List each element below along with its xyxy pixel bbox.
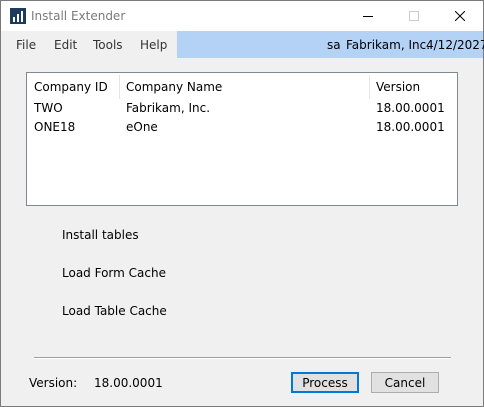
company-id-cell: ONE18 xyxy=(34,120,76,134)
company-info-bar: sa Fabrikam, Inc. 4/12/2027 xyxy=(177,31,484,58)
window-title: Install Extender xyxy=(31,9,126,23)
column-header-company-id[interactable]: Company ID xyxy=(34,80,108,94)
company-name-cell: Fabrikam, Inc. xyxy=(126,101,211,115)
version-cell: 18.00.0001 xyxy=(376,101,445,115)
install-extender-window: Install Extender File Edit Tools Help sa… xyxy=(0,0,484,407)
close-icon xyxy=(455,11,465,21)
column-header-company-name[interactable]: Company Name xyxy=(126,80,222,94)
company-name-cell: eOne xyxy=(126,120,158,134)
menu-help[interactable]: Help xyxy=(140,38,167,52)
menu-file[interactable]: File xyxy=(16,38,36,52)
menu-tools[interactable]: Tools xyxy=(93,38,123,52)
load-form-cache-option[interactable]: Load Form Cache xyxy=(62,266,166,280)
minimize-button[interactable] xyxy=(345,1,391,31)
install-tables-option[interactable]: Install tables xyxy=(62,228,139,242)
column-divider[interactable] xyxy=(119,75,120,99)
close-button[interactable] xyxy=(437,1,483,31)
user-id: sa xyxy=(327,38,341,52)
version-label: Version: xyxy=(29,376,78,390)
cancel-button[interactable]: Cancel xyxy=(371,372,439,393)
maximize-icon xyxy=(409,11,419,21)
version-value: 18.00.0001 xyxy=(94,376,163,390)
company-list[interactable]: Company ID Company Name Version TWO Fabr… xyxy=(26,72,458,206)
chart-bars-icon xyxy=(10,8,26,24)
user-date: 4/12/2027 xyxy=(426,38,484,52)
footer-divider xyxy=(34,357,451,359)
company-id-cell: TWO xyxy=(34,101,63,115)
minimize-icon xyxy=(363,16,373,17)
version-cell: 18.00.0001 xyxy=(376,120,445,134)
load-table-cache-option[interactable]: Load Table Cache xyxy=(62,304,167,318)
menu-edit[interactable]: Edit xyxy=(54,38,77,52)
title-bar[interactable]: Install Extender xyxy=(1,1,483,31)
column-header-version[interactable]: Version xyxy=(376,80,420,94)
maximize-button xyxy=(391,1,437,31)
column-divider[interactable] xyxy=(369,75,370,99)
process-button[interactable]: Process xyxy=(291,372,359,393)
current-company: Fabrikam, Inc. xyxy=(346,38,431,52)
